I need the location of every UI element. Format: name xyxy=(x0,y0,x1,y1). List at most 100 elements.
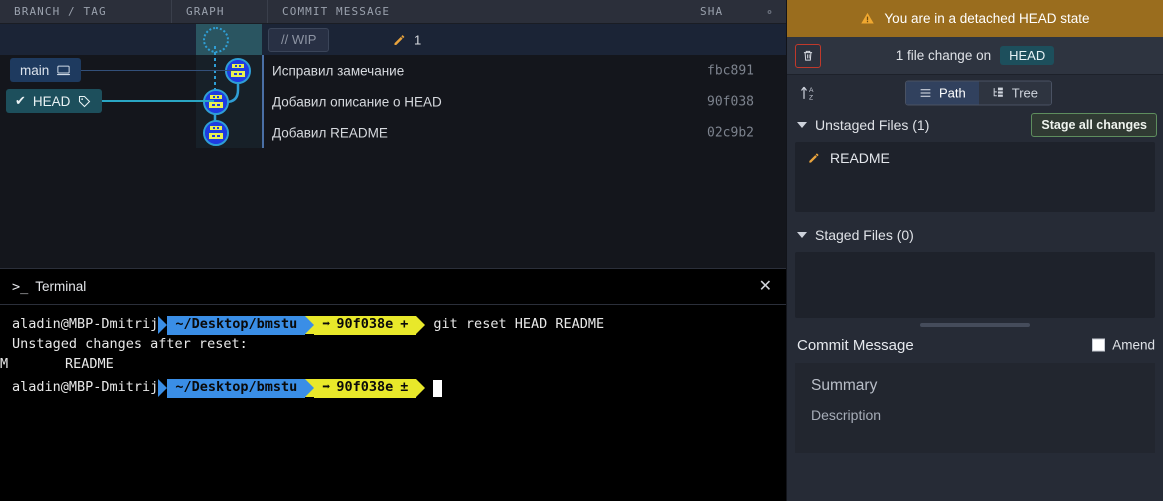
chevron-down-icon[interactable] xyxy=(797,122,807,128)
tag-icon xyxy=(77,94,92,109)
branch-label-main[interactable]: main xyxy=(10,58,81,82)
commit-rail xyxy=(262,117,264,148)
panel-splitter[interactable] xyxy=(787,318,1163,332)
head-label-connector xyxy=(96,100,214,102)
commit-sha-text: fbc891 xyxy=(707,63,754,78)
wip-chip[interactable]: // WIP xyxy=(268,28,329,52)
powerline-arrow-path xyxy=(158,379,167,397)
file-change-text: 1 file change on xyxy=(896,48,991,63)
commit-avatar[interactable] xyxy=(225,58,251,84)
terminal-path: ~/Desktop/bmstu xyxy=(167,316,305,335)
terminal-output[interactable]: aladin@MBP-Dmitrij ~/Desktop/bmstu ➡ 90f… xyxy=(0,305,786,398)
amend-checkbox[interactable] xyxy=(1092,339,1105,352)
commit-message-text: Исправил замечание xyxy=(272,63,404,78)
branch-label-head-text: HEAD xyxy=(33,94,71,109)
commit-rows: // WIP 1 Исправил замечание fbc891 xyxy=(0,24,786,148)
terminal-command: git reset HEAD README xyxy=(425,315,604,335)
robot-identicon-icon xyxy=(205,91,227,113)
commit-row[interactable]: Добавил README 02c9b2 xyxy=(0,117,786,148)
terminal-output-text: Unstaged changes after reset: xyxy=(0,335,248,355)
terminal-prompt-line: aladin@MBP-Dmitrij ~/Desktop/bmstu ➡ 90f… xyxy=(0,378,786,398)
changes-panel: You are in a detached HEAD state 1 file … xyxy=(786,0,1163,501)
robot-identicon-icon xyxy=(227,60,249,82)
commit-rail xyxy=(262,55,264,86)
tree-icon xyxy=(992,86,1005,99)
terminal-git-segment: ➡ 90f038e + xyxy=(314,316,416,335)
commit-avatar[interactable] xyxy=(203,89,229,115)
file-change-ref-chip[interactable]: HEAD xyxy=(1000,46,1054,65)
column-header-sha[interactable]: SHA xyxy=(686,0,786,23)
pencil-icon xyxy=(392,32,407,47)
terminal-output-line: M README xyxy=(0,355,786,375)
branch-label-main-text: main xyxy=(20,63,49,78)
unstaged-file-list: README xyxy=(795,142,1155,212)
commit-avatar[interactable] xyxy=(203,120,229,146)
close-icon[interactable]: ✕ xyxy=(759,279,772,295)
terminal-user: aladin@MBP-Dmitrij xyxy=(0,378,158,398)
staged-section-header[interactable]: Staged Files (0) xyxy=(787,220,1163,250)
powerline-arrow-path xyxy=(158,316,167,334)
svg-text:Z: Z xyxy=(809,94,813,101)
trash-icon xyxy=(801,48,815,63)
column-header-commit-message[interactable]: COMMIT MESSAGE xyxy=(268,0,686,23)
terminal-output-text: M README xyxy=(0,355,114,375)
discard-changes-button[interactable] xyxy=(795,44,821,68)
detached-head-warning-text: You are in a detached HEAD state xyxy=(884,11,1089,26)
splitter-grip[interactable] xyxy=(920,323,1030,327)
warning-triangle-icon xyxy=(860,11,875,26)
branch-label-head[interactable]: ✔ HEAD xyxy=(6,89,102,113)
chevron-down-icon[interactable] xyxy=(797,232,807,238)
staged-file-list xyxy=(795,252,1155,318)
powerline-arrow-end xyxy=(416,379,425,397)
pencil-icon xyxy=(807,151,821,165)
terminal-git-ref: 90f038e xyxy=(336,315,393,335)
stage-all-changes-button[interactable]: Stage all changes xyxy=(1031,113,1157,137)
commit-sha-text: 90f038 xyxy=(707,94,754,109)
terminal-title: Terminal xyxy=(35,279,86,294)
column-header-branch-tag[interactable]: BRANCH / TAG xyxy=(0,0,172,23)
powerline-arrow-end xyxy=(416,316,425,334)
commit-description-placeholder[interactable]: Description xyxy=(811,407,1155,423)
wip-node[interactable] xyxy=(203,27,229,53)
commit-row-wip[interactable]: // WIP 1 xyxy=(0,24,786,55)
column-header-sha-label: SHA xyxy=(700,5,723,18)
terminal-output-line: Unstaged changes after reset: xyxy=(0,335,786,355)
terminal-header: >_ Terminal ✕ xyxy=(0,269,786,305)
terminal-git-status: ± xyxy=(400,378,408,398)
file-change-bar: 1 file change on HEAD xyxy=(787,37,1163,75)
commit-message-text: Добавил описание о HEAD xyxy=(272,94,442,109)
amend-label: Amend xyxy=(1112,338,1155,353)
column-header-graph[interactable]: GRAPH xyxy=(172,0,268,23)
view-mode-tree-label: Tree xyxy=(1012,85,1038,100)
terminal-user: aladin@MBP-Dmitrij xyxy=(0,315,158,335)
commit-message-header: Commit Message Amend xyxy=(787,332,1163,358)
wip-row-highlight xyxy=(262,24,786,55)
terminal-cursor xyxy=(433,380,442,397)
view-mode-path-button[interactable]: Path xyxy=(906,81,979,104)
powerline-arrow-git xyxy=(305,316,314,334)
terminal-prompt-line: aladin@MBP-Dmitrij ~/Desktop/bmstu ➡ 90f… xyxy=(0,315,786,335)
commit-message-title: Commit Message xyxy=(797,337,914,354)
terminal-git-status: + xyxy=(400,315,408,335)
sort-alpha-icon[interactable]: A Z xyxy=(799,83,819,103)
app-window: BRANCH / TAG GRAPH COMMIT MESSAGE SHA //… xyxy=(0,0,1163,501)
unstaged-section-header[interactable]: Unstaged Files (1) Stage all changes xyxy=(787,110,1163,140)
view-mode-tree-button[interactable]: Tree xyxy=(979,81,1051,104)
commit-graph-panel: BRANCH / TAG GRAPH COMMIT MESSAGE SHA //… xyxy=(0,0,786,501)
commit-summary-placeholder[interactable]: Summary xyxy=(811,377,1155,395)
files-toolbar: A Z Path Tr xyxy=(787,75,1163,110)
view-mode-toggle: Path Tree xyxy=(905,80,1052,105)
terminal-git-ref: 90f038e xyxy=(336,378,393,398)
amend-toggle[interactable]: Amend xyxy=(1092,338,1155,353)
staged-section-title: Staged Files (0) xyxy=(815,227,914,243)
gear-icon[interactable] xyxy=(763,5,776,18)
commit-message-text: Добавил README xyxy=(272,125,388,140)
terminal-prompt-icon: >_ xyxy=(12,279,28,295)
wip-change-count: 1 xyxy=(392,32,421,47)
git-glyph-icon: ➡ xyxy=(322,315,330,335)
monitor-icon xyxy=(56,63,71,78)
git-glyph-icon: ➡ xyxy=(322,378,330,398)
svg-text:A: A xyxy=(809,87,814,94)
list-item[interactable]: README xyxy=(795,142,1155,166)
commit-message-input[interactable]: Summary Description xyxy=(795,363,1155,453)
